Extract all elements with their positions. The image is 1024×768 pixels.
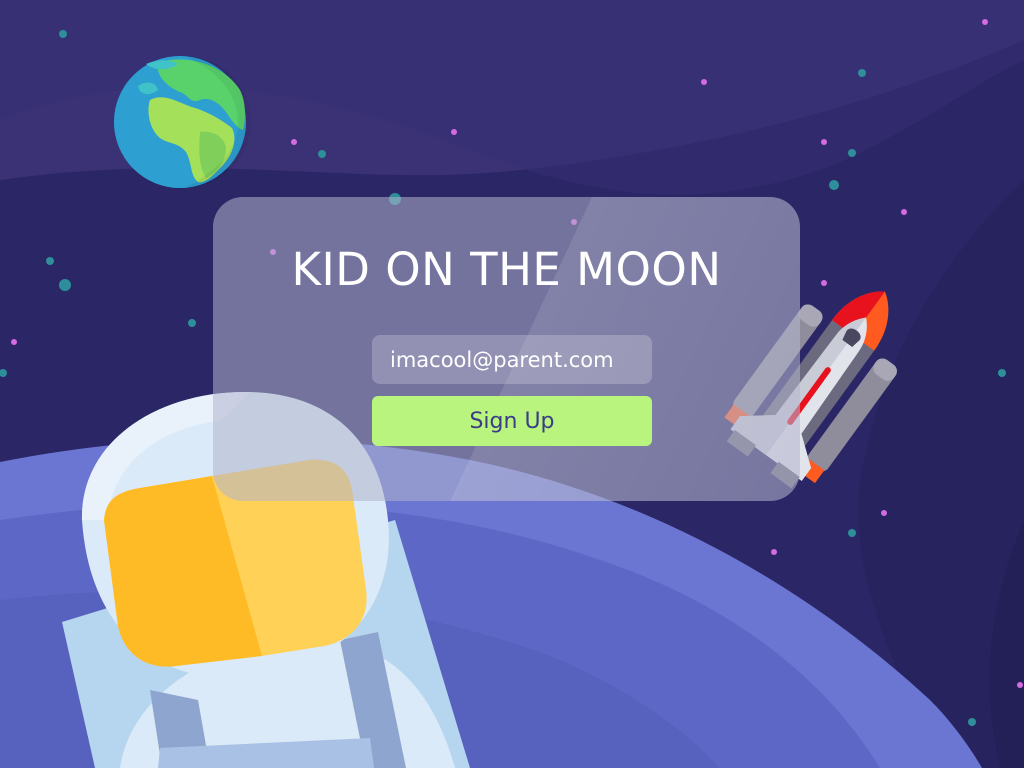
email-field[interactable]: [372, 335, 652, 384]
app-title: KID ON THE MOON: [291, 243, 722, 296]
sign-up-button[interactable]: Sign Up: [372, 396, 652, 446]
earth-icon: [114, 56, 251, 188]
signup-card: KID ON THE MOON Sign Up: [213, 197, 800, 501]
signup-screen: KID ON THE MOON Sign Up: [0, 0, 1024, 768]
